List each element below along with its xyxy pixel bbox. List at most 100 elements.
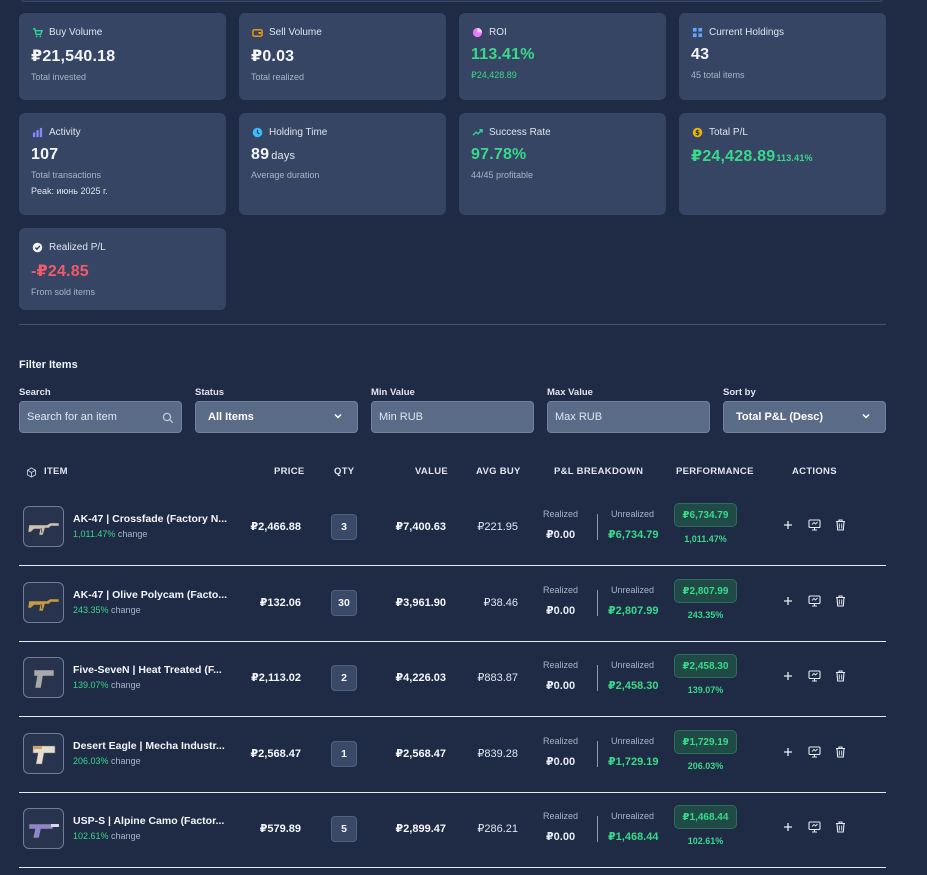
header-performance[interactable]: PERFORMANCE — [676, 466, 754, 477]
realized-label: Realized — [543, 509, 579, 519]
check-circle-icon — [31, 241, 43, 253]
stat-card-success-rate: Success Rate 97.78% 44/45 profitable — [459, 113, 666, 215]
table-row[interactable]: AK-47 | Crossfade (Factory N... 1,011.47%… — [19, 491, 886, 566]
search-input[interactable]: Search for an item — [19, 401, 182, 433]
svg-text:$: $ — [695, 128, 700, 136]
stat-label: Buy Volume — [49, 26, 103, 38]
item-value: ₽3,961.90 — [395, 597, 446, 609]
unrealized-value: ₽1,729.19 — [608, 756, 659, 768]
stat-label: ROI — [489, 26, 507, 38]
item-change: 102.61% change — [73, 831, 141, 841]
max-value-placeholder: Max RUB — [555, 411, 603, 423]
stat-card-total-pl: $ Total P/L ₽24,428.89113.41% — [679, 113, 886, 215]
search-placeholder: Search for an item — [27, 411, 117, 423]
max-value-input[interactable]: Max RUB — [547, 401, 710, 433]
stat-sub: Total transactions — [31, 170, 102, 180]
trash-icon[interactable] — [833, 669, 847, 683]
cube-icon — [26, 465, 37, 483]
sell-monitor-icon[interactable] — [807, 745, 821, 759]
item-qty: 5 — [331, 816, 357, 842]
add-icon[interactable] — [781, 745, 795, 759]
trash-icon[interactable] — [833, 518, 847, 532]
header-avg-buy[interactable]: AVG BUY — [476, 466, 521, 477]
performance-pct: 243.35% — [687, 610, 724, 620]
stat-peak: Peak: июнь 2025 г. — [31, 186, 108, 196]
status-value: All Items — [208, 411, 254, 423]
unrealized-label: Unrealized — [611, 660, 655, 670]
table-row[interactable]: AK-47 | Olive Polycam (Facto... 243.35% c… — [19, 567, 886, 642]
item-change-word: change — [111, 605, 141, 615]
trash-icon[interactable] — [833, 820, 847, 834]
add-icon[interactable] — [781, 518, 795, 532]
stat-sub: Average duration — [251, 170, 320, 180]
min-value-input[interactable]: Min RUB — [371, 401, 534, 433]
sell-monitor-icon[interactable] — [807, 820, 821, 834]
item-avg-buy: ₽883.87 — [477, 672, 518, 684]
item-price: ₽2,568.47 — [250, 748, 301, 760]
item-change-pct: 1,011.47% — [73, 529, 116, 539]
performance-pct: 206.03% — [687, 761, 724, 771]
item-name[interactable]: Five-SeveN | Heat Treated (F... — [73, 664, 233, 676]
chevron-down-icon — [333, 411, 343, 424]
item-price: ₽132.06 — [259, 597, 301, 609]
realized-label: Realized — [543, 585, 579, 595]
header-pl-breakdown: P&L BREAKDOWN — [554, 466, 644, 477]
item-name[interactable]: USP-S | Alpine Camo (Factor... — [73, 815, 233, 827]
sell-monitor-icon[interactable] — [807, 594, 821, 608]
trash-icon[interactable] — [833, 745, 847, 759]
stat-label: Current Holdings — [709, 26, 785, 38]
table-row[interactable]: Five-SeveN | Heat Treated (F... 139.07% c… — [19, 642, 886, 717]
item-name[interactable]: Desert Eagle | Mecha Industr... — [73, 740, 233, 752]
item-change-word: change — [111, 831, 141, 841]
unrealized-value: ₽6,734.79 — [608, 529, 659, 541]
table-row[interactable]: USP-S | Alpine Camo (Factor... 102.61% ch… — [19, 793, 886, 868]
add-icon[interactable] — [781, 820, 795, 834]
stat-value: ₽0.03 — [251, 48, 295, 65]
stat-sub: ₽24,428.89 — [471, 70, 517, 80]
performance-badge: ₽6,734.79 — [674, 503, 737, 527]
header-value[interactable]: VALUE — [415, 466, 448, 477]
stat-sub: Total realized — [251, 72, 305, 82]
dollar-coin-icon: $ — [691, 126, 703, 138]
add-icon[interactable] — [781, 669, 795, 683]
item-change-pct: 102.61% — [73, 831, 109, 841]
clock-icon — [251, 126, 263, 138]
add-icon[interactable] — [781, 594, 795, 608]
sort-select[interactable]: Total P&L (Desc) — [723, 401, 886, 433]
table-row[interactable]: Desert Eagle | Mecha Industr... 206.03% c… — [19, 718, 886, 793]
header-item[interactable]: ITEM — [44, 466, 68, 477]
realized-value: ₽0.00 — [546, 756, 576, 768]
realized-label: Realized — [543, 736, 579, 746]
sort-label: Sort by — [723, 387, 756, 398]
item-name[interactable]: AK-47 | Olive Polycam (Facto... — [73, 589, 233, 601]
filter-title: Filter Items — [19, 359, 78, 371]
stat-label: Success Rate — [489, 126, 551, 138]
item-name[interactable]: AK-47 | Crossfade (Factory N... — [73, 513, 233, 525]
stat-card-roi: ROI 113.41% ₽24,428.89 — [459, 13, 666, 100]
stat-value: 89 — [251, 146, 270, 163]
item-change: 139.07% change — [73, 680, 141, 690]
sell-monitor-icon[interactable] — [807, 518, 821, 532]
header-price[interactable]: PRICE — [274, 466, 305, 477]
performance-pct: 102.61% — [687, 836, 724, 846]
chevron-down-icon — [861, 411, 871, 424]
stat-sub: From sold items — [31, 287, 96, 297]
stat-label: Activity — [49, 126, 81, 138]
stat-value: ₽21,540.18 — [31, 48, 116, 65]
item-thumbnail — [23, 582, 64, 623]
status-select[interactable]: All Items — [195, 401, 358, 433]
cart-icon — [31, 26, 43, 38]
header-qty[interactable]: QTY — [334, 466, 354, 477]
trash-icon[interactable] — [833, 594, 847, 608]
search-label: Search — [19, 387, 51, 398]
header-actions: ACTIONS — [792, 466, 837, 477]
stat-value: 97.78% — [471, 146, 527, 163]
item-thumbnail — [23, 657, 64, 698]
item-change-pct: 243.35% — [73, 605, 109, 615]
unrealized-value: ₽1,468.44 — [608, 831, 659, 843]
sort-value: Total P&L (Desc) — [736, 411, 823, 423]
item-avg-buy: ₽286.21 — [477, 823, 518, 835]
sell-monitor-icon[interactable] — [807, 669, 821, 683]
item-qty: 2 — [331, 665, 357, 691]
performance-badge: ₽1,729.19 — [674, 730, 737, 754]
